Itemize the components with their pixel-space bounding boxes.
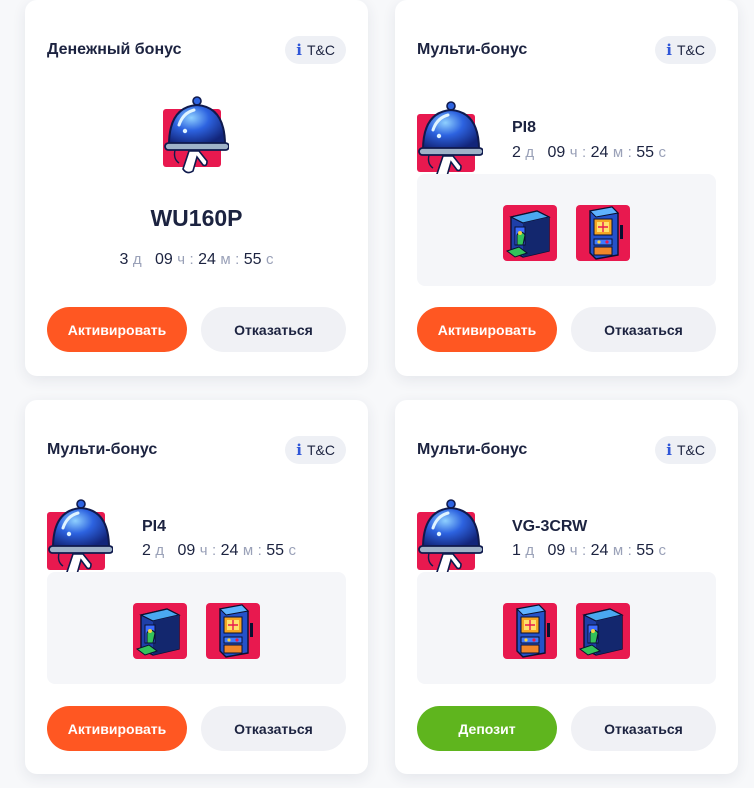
safe-game-icon[interactable]	[133, 603, 187, 659]
games-container	[417, 572, 716, 684]
info-icon: i	[296, 441, 302, 459]
decline-button[interactable]: Отказаться	[571, 706, 716, 751]
countdown-timer: 2 д 09 ч : 24 м : 55 с	[512, 144, 667, 161]
tc-button[interactable]: i T&C	[655, 436, 716, 464]
arcade-game-icon[interactable]	[206, 603, 260, 659]
bonus-code: VG-3CRW	[512, 518, 588, 535]
games-container	[417, 174, 716, 286]
bonus-card-multi: Мульти-бонус i T&C VG-3CRW 1 д 09 ч : 24…	[395, 400, 738, 774]
cloche-icon	[47, 498, 113, 578]
tc-button[interactable]: i T&C	[285, 36, 346, 64]
tc-button[interactable]: i T&C	[655, 36, 716, 64]
safe-game-icon[interactable]	[503, 205, 557, 261]
info-icon: i	[296, 41, 302, 59]
tc-button[interactable]: i T&C	[285, 436, 346, 464]
decline-button[interactable]: Отказаться	[201, 307, 346, 352]
tc-label: T&C	[307, 42, 335, 58]
card-title: Мульти-бонус	[47, 441, 158, 458]
activate-button[interactable]: Активировать	[47, 307, 187, 352]
bonus-card-multi: Мульти-бонус i T&C PI4 2 д 09 ч : 24 м :…	[25, 400, 368, 774]
tc-label: T&C	[307, 442, 335, 458]
countdown-timer: 2 д 09 ч : 24 м : 55 с	[142, 542, 297, 559]
activate-button[interactable]: Активировать	[47, 706, 187, 751]
countdown-timer: 1 д 09 ч : 24 м : 55 с	[512, 542, 667, 559]
cloche-icon	[417, 498, 483, 578]
bonus-card-multi: Мульти-бонус i T&C PI8 2 д 09 ч : 24 м :…	[395, 0, 738, 376]
decline-button[interactable]: Отказаться	[201, 706, 346, 751]
safe-game-icon[interactable]	[576, 603, 630, 659]
bonus-code: PI4	[142, 518, 167, 535]
bonus-card-money: Денежный бонус i T&C WU160P 3 д 09 ч : 2…	[25, 0, 368, 376]
info-icon: i	[666, 441, 672, 459]
deposit-button[interactable]: Депозит	[417, 706, 557, 751]
info-icon: i	[666, 41, 672, 59]
activate-button[interactable]: Активировать	[417, 307, 557, 352]
bonus-code: PI8	[512, 119, 537, 136]
tc-label: T&C	[677, 442, 705, 458]
tc-label: T&C	[677, 42, 705, 58]
countdown-timer: 3 д 09 ч : 24 м : 55 с	[119, 251, 274, 268]
cloche-icon	[417, 100, 483, 180]
bonus-code: WU160P	[150, 205, 243, 231]
arcade-game-icon[interactable]	[503, 603, 557, 659]
card-title: Мульти-бонус	[417, 41, 528, 58]
card-title: Денежный бонус	[47, 41, 182, 58]
decline-button[interactable]: Отказаться	[571, 307, 716, 352]
cloche-icon	[163, 95, 229, 175]
games-container	[47, 572, 346, 684]
arcade-game-icon[interactable]	[576, 205, 630, 261]
card-title: Мульти-бонус	[417, 441, 528, 458]
